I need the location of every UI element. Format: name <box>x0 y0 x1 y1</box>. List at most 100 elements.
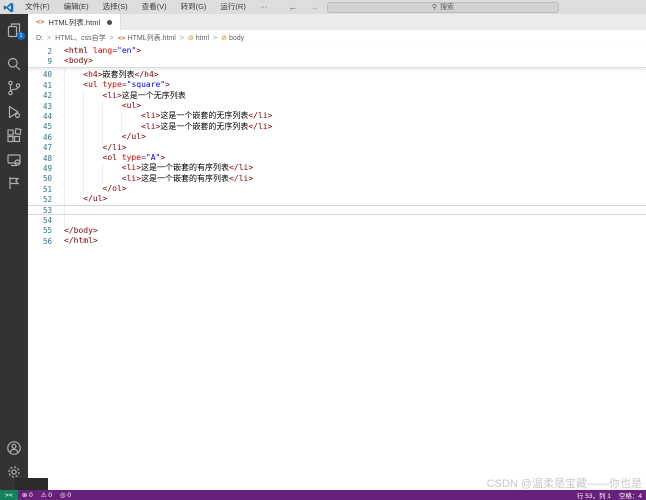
line-number: 41 <box>28 81 52 90</box>
explorer-icon[interactable]: 1 <box>6 22 22 38</box>
code-line-56[interactable]: 56</html> <box>28 236 646 246</box>
line-number: 47 <box>28 143 52 152</box>
search-placeholder: 搜索 <box>440 2 454 12</box>
line-number: 50 <box>28 174 52 183</box>
remote-explorer-icon[interactable] <box>6 152 22 168</box>
extensions-icon[interactable] <box>6 128 22 144</box>
code-line-54[interactable]: 54 <box>28 215 646 225</box>
menu-item-3[interactable]: 查看(V) <box>135 0 174 14</box>
code-text: <li>这是一个无序列表 <box>64 91 186 101</box>
code-text: </html> <box>64 236 98 246</box>
breadcrumb-item-body[interactable]: ⊘body <box>221 34 244 42</box>
tab-label: HTML列表.html <box>48 17 100 28</box>
code-text: </ol> <box>64 184 127 194</box>
line-number: 45 <box>28 122 52 131</box>
line-number: 43 <box>28 102 52 111</box>
menu-item-2[interactable]: 选择(S) <box>96 0 135 14</box>
file-code-icon: <> <box>118 34 126 42</box>
code-line-48[interactable]: 48 <ol type="A"> <box>28 153 646 163</box>
code-text: <ul type="square"> <box>64 80 170 90</box>
code-line-46[interactable]: 46 </ul> <box>28 132 646 142</box>
code-line-49[interactable]: 49 <li>这是一个嵌套的有序列表</li> <box>28 163 646 173</box>
menu-item-6[interactable]: ··· <box>253 0 275 14</box>
status-bar: >< ⊗ 0⚠ 0◎ 0 行 53，列 1空格：4 <box>0 490 646 500</box>
code-line-45[interactable]: 45 <li>这是一个嵌套的无序列表</li> <box>28 122 646 132</box>
menu-item-1[interactable]: 编辑(E) <box>57 0 96 14</box>
source-control-icon[interactable] <box>6 80 22 96</box>
line-number: 9 <box>28 57 52 66</box>
breadcrumb-item-D:[interactable]: D: <box>36 35 43 42</box>
line-number: 46 <box>28 133 52 142</box>
code-text: </body> <box>64 226 98 236</box>
run-debug-icon[interactable] <box>6 104 22 120</box>
line-number: 54 <box>28 216 52 225</box>
vscode-logo-icon <box>3 2 14 13</box>
code-line-51[interactable]: 51 </ol> <box>28 184 646 194</box>
line-number: 51 <box>28 185 52 194</box>
code-line-43[interactable]: 43 <ul> <box>28 101 646 111</box>
menu-bar: 文件(F)编辑(E)选择(S)查看(V)转到(G)运行(R)··· <box>18 0 274 14</box>
nav-forward-button[interactable]: → <box>303 0 324 14</box>
nav-back-button[interactable]: ← <box>282 0 303 14</box>
accounts-icon[interactable] <box>6 440 22 456</box>
search-input[interactable]: ⚲ 搜索 <box>327 2 559 13</box>
code-text: <li>这是一个嵌套的有序列表</li> <box>64 174 253 184</box>
code-line-40[interactable]: 40 <h4>嵌套列表</h4> <box>28 70 646 80</box>
code-line-2[interactable]: 2<html lang="en"> <box>28 46 646 56</box>
line-number: 49 <box>28 164 52 173</box>
code-text: </ul> <box>64 194 107 204</box>
status-item-1[interactable]: ⚠ 0 <box>37 491 56 499</box>
line-number: 44 <box>28 112 52 121</box>
code-line-50[interactable]: 50 <li>这是一个嵌套的有序列表</li> <box>28 174 646 184</box>
menu-item-5[interactable]: 运行(R) <box>213 0 252 14</box>
line-number: 52 <box>28 195 52 204</box>
status-right-item-0[interactable]: 行 53，列 1 <box>573 490 615 500</box>
code-text: <li>这是一个嵌套的无序列表</li> <box>64 111 272 121</box>
line-number: 48 <box>28 154 52 163</box>
breadcrumb-item-HTML列表.html[interactable]: <>HTML列表.html <box>118 33 176 43</box>
code-line-41[interactable]: 41 <ul type="square"> <box>28 80 646 90</box>
code-text: <li>这是一个嵌套的有序列表</li> <box>64 163 253 173</box>
code-line-55[interactable]: 55</body> <box>28 226 646 236</box>
code-line-47[interactable]: 47 </li> <box>28 143 646 153</box>
breadcrumb-item-HTML、css自学[interactable]: HTML、css自学 <box>55 33 106 43</box>
symbol-icon: ⊘ <box>221 34 227 42</box>
modified-dot-icon[interactable] <box>107 20 112 25</box>
vscode-window: 文件(F)编辑(E)选择(S)查看(V)转到(G)运行(R)··· ← → ⚲ … <box>0 0 646 500</box>
code-text: </li> <box>64 143 127 153</box>
line-number: 53 <box>28 206 52 215</box>
breadcrumb-item-html[interactable]: ⊘html <box>188 34 209 42</box>
status-right-item-1[interactable]: 空格：4 <box>615 490 646 500</box>
status-item-2[interactable]: ◎ 0 <box>56 491 75 499</box>
activity-bar: 1 <box>0 14 28 490</box>
line-number: 42 <box>28 91 52 100</box>
code-lines: 40 <h4>嵌套列表</h4>41 <ul type="square">42 … <box>28 70 646 247</box>
breadcrumb-separator: > <box>176 35 188 42</box>
popup-remnant <box>15 478 48 490</box>
menu-item-0[interactable]: 文件(F) <box>18 0 57 14</box>
breadcrumb-separator: > <box>209 35 221 42</box>
code-editor[interactable]: 2<html lang="en">9<body> 40 <h4>嵌套列表</h4… <box>28 46 646 490</box>
search-sidebar-icon[interactable] <box>6 56 22 72</box>
custom-tool-icon[interactable] <box>6 175 22 191</box>
code-line-53[interactable]: 53 <box>28 205 646 215</box>
line-number: 40 <box>28 70 52 79</box>
remote-indicator[interactable]: >< <box>0 490 18 500</box>
status-item-0[interactable]: ⊗ 0 <box>18 491 37 499</box>
tab-html-list[interactable]: <> HTML列表.html <box>28 14 121 30</box>
code-line-42[interactable]: 42 <li>这是一个无序列表 <box>28 91 646 101</box>
breadcrumb-separator: > <box>106 35 118 42</box>
nav-arrows: ← → <box>282 0 324 14</box>
code-text: <h4>嵌套列表</h4> <box>64 70 159 80</box>
code-text: <li>这是一个嵌套的无序列表</li> <box>64 122 272 132</box>
tab-bar: <> HTML列表.html <box>28 14 646 30</box>
sticky-scroll: 2<html lang="en">9<body> <box>28 46 646 68</box>
line-number: 2 <box>28 47 52 56</box>
code-line-52[interactable]: 52 </ul> <box>28 194 646 204</box>
watermark-text: CSDN @温柔是宝藏——你也是 <box>487 475 642 491</box>
menu-item-4[interactable]: 转到(G) <box>174 0 214 14</box>
html-file-icon: <> <box>36 18 44 26</box>
title-bar: 文件(F)编辑(E)选择(S)查看(V)转到(G)运行(R)··· ← → ⚲ … <box>0 0 646 14</box>
code-line-44[interactable]: 44 <li>这是一个嵌套的无序列表</li> <box>28 111 646 121</box>
code-line-9[interactable]: 9<body> <box>28 56 646 66</box>
